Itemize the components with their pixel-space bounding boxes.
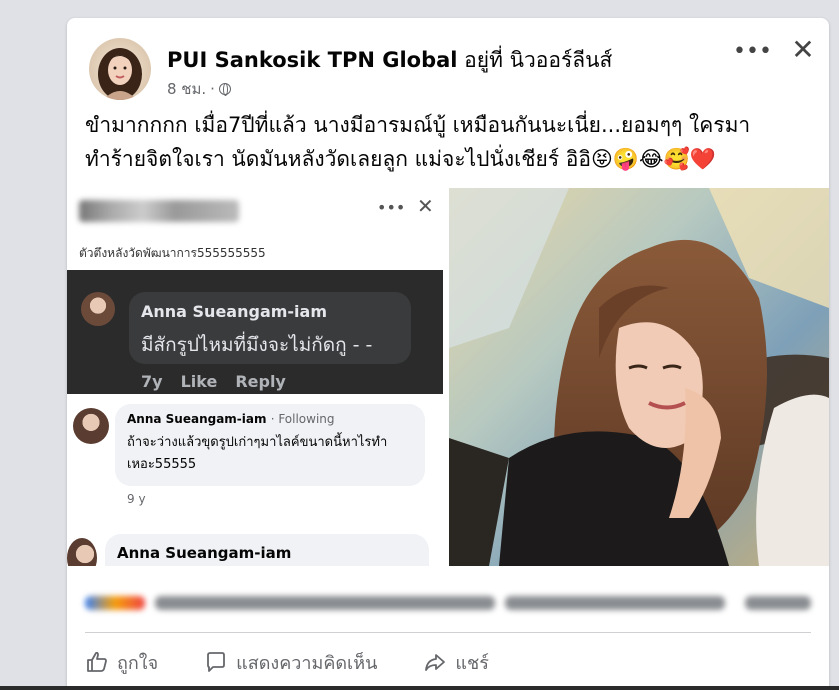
screenshot-header: ••• ✕ ตัวตึงหลังวัดพัฒนาการ555555555 xyxy=(67,188,443,268)
blurred-reactors xyxy=(155,596,495,610)
post-time[interactable]: 8 ชม. xyxy=(167,77,206,101)
globe-icon xyxy=(218,83,231,96)
comment-author: Anna Sueangam-iam xyxy=(117,544,292,562)
screenshot-more-icon: ••• xyxy=(377,198,406,217)
comment-label: แสดงความคิดเห็น xyxy=(236,652,378,674)
comment-reply: Reply xyxy=(235,372,286,391)
post-text: ขำมากกกก เมื่อ7ปีที่แล้ว นางมีอารมณ์บู้ … xyxy=(85,113,751,171)
comment-button[interactable]: แสดงความคิดเห็น xyxy=(204,648,377,677)
comment-author: Anna Sueangam-iam · Following xyxy=(127,412,335,426)
close-icon[interactable]: ✕ xyxy=(787,34,819,66)
like-label: ถูกใจ xyxy=(117,652,159,674)
location-text[interactable]: อยู่ที่ นิวออร์ลีนส์ xyxy=(464,48,612,72)
share-icon xyxy=(425,654,446,671)
post-header: PUI Sankosik TPN Global อยู่ที่ นิวออร์ล… xyxy=(167,44,612,77)
divider xyxy=(85,632,811,633)
comment-actions: 7y Like Reply xyxy=(141,372,286,391)
comment-author-name: Anna Sueangam-iam xyxy=(127,412,267,426)
comment-avatar xyxy=(67,538,97,566)
reaction-icons xyxy=(85,596,145,610)
blurred-counts xyxy=(505,596,725,610)
post-meta: 8 ชม. · xyxy=(167,77,231,101)
comment-bubble: Anna Sueangam-iam · Following ถ้าจะว่างแ… xyxy=(115,404,425,486)
comment-text: ถ้าจะว่างแล้วขุดรูปเก่าๆมาไลค์ขนาดนี้หาไ… xyxy=(127,435,388,472)
comment-icon xyxy=(207,652,226,672)
reactions-row[interactable] xyxy=(85,588,811,618)
comment-avatar xyxy=(81,292,115,326)
laughing-woman-photo[interactable] xyxy=(449,188,829,566)
comment-time: 7y xyxy=(141,372,163,391)
meta-separator: · xyxy=(210,80,215,98)
screen-bottom-edge xyxy=(0,686,839,690)
blurred-name xyxy=(79,200,239,222)
post-actions: ถูกใจ แสดงความคิดเห็น แชร์ xyxy=(85,642,811,682)
like-icon xyxy=(87,651,107,672)
comment-bubble: Anna Sueangam-iam xyxy=(105,534,429,566)
comment-avatar xyxy=(73,408,109,444)
author-avatar[interactable] xyxy=(89,38,151,100)
screenshot-close-icon: ✕ xyxy=(417,194,434,218)
share-label: แชร์ xyxy=(455,652,489,674)
more-icon[interactable]: ••• xyxy=(733,38,772,66)
dark-comment: Anna Sueangam-iam มีสักรูปไหมที่มึงจะไม่… xyxy=(67,270,443,394)
like-button[interactable]: ถูกใจ xyxy=(85,648,158,677)
author-name[interactable]: PUI Sankosik TPN Global xyxy=(167,48,457,72)
comment-bubble: Anna Sueangam-iam มีสักรูปไหมที่มึงจะไม่… xyxy=(129,292,411,364)
light-comment: Anna Sueangam-iam · Following ถ้าจะว่างแ… xyxy=(67,394,443,566)
share-button[interactable]: แชร์ xyxy=(423,648,489,677)
comment-time: 9 y xyxy=(127,492,146,506)
comment-author: Anna Sueangam-iam xyxy=(141,302,327,321)
post-media[interactable]: ••• ✕ ตัวตึงหลังวัดพัฒนาการ555555555 Ann… xyxy=(67,188,829,566)
screenshot-caption: ตัวตึงหลังวัดพัฒนาการ555555555 xyxy=(79,246,266,260)
comment-screenshot-image[interactable]: ••• ✕ ตัวตึงหลังวัดพัฒนาการ555555555 Ann… xyxy=(67,188,445,566)
comment-like: Like xyxy=(180,372,218,391)
comment-text: มีสักรูปไหมที่มึงจะไม่กัดกู - - xyxy=(141,334,373,356)
blurred-shares xyxy=(745,596,811,610)
comment-following: · Following xyxy=(270,412,335,426)
post-card: PUI Sankosik TPN Global อยู่ที่ นิวออร์ล… xyxy=(67,18,829,690)
